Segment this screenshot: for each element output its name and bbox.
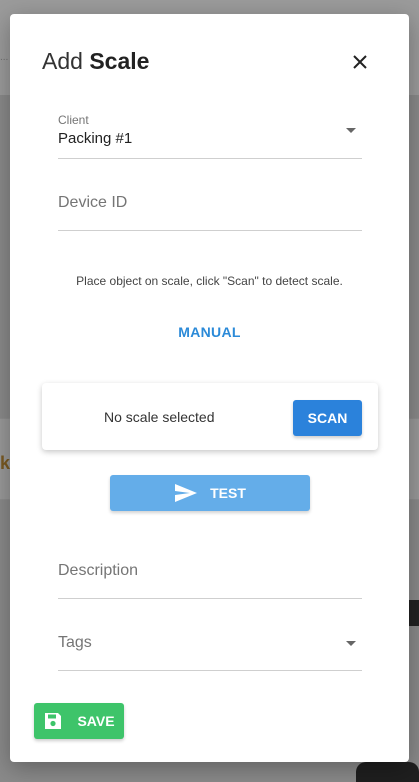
- save-button[interactable]: SAVE: [34, 703, 124, 739]
- tags-select[interactable]: Tags: [58, 624, 362, 671]
- background-fab: [356, 762, 419, 782]
- add-scale-dialog: Add Scale Client Packing #1 Device ID Pl…: [10, 14, 409, 762]
- send-icon: [175, 484, 198, 502]
- save-label: SAVE: [77, 713, 115, 729]
- device-id-field[interactable]: Device ID: [58, 184, 362, 231]
- background-chip: [409, 600, 419, 626]
- description-placeholder: Description: [58, 562, 139, 579]
- background-row-text: k: [0, 453, 11, 473]
- test-button[interactable]: TEST: [110, 475, 310, 511]
- description-field[interactable]: Description: [58, 552, 362, 599]
- client-value: Packing #1: [58, 130, 133, 147]
- scale-status-card: No scale selected SCAN: [42, 383, 378, 450]
- title-prefix: Add: [42, 48, 83, 74]
- tags-placeholder: Tags: [58, 634, 92, 651]
- manual-button[interactable]: MANUAL: [10, 324, 409, 340]
- client-label: Client: [58, 113, 89, 127]
- client-select[interactable]: Client Packing #1: [58, 113, 362, 159]
- scan-label: SCAN: [307, 410, 348, 426]
- scan-hint: Place object on scale, click "Scan" to d…: [76, 274, 343, 288]
- test-label: TEST: [210, 485, 246, 501]
- device-id-placeholder: Device ID: [58, 194, 128, 211]
- chevron-down-icon: [346, 641, 356, 646]
- title-emphasis: Scale: [89, 48, 150, 74]
- scale-status-text: No scale selected: [104, 409, 215, 425]
- chevron-down-icon: [346, 128, 356, 133]
- scan-button[interactable]: SCAN: [293, 400, 362, 436]
- background-text: ...: [0, 52, 9, 63]
- floppy-disk-icon: [45, 713, 62, 729]
- dialog-title: Add Scale: [42, 48, 149, 75]
- close-icon[interactable]: [348, 50, 372, 74]
